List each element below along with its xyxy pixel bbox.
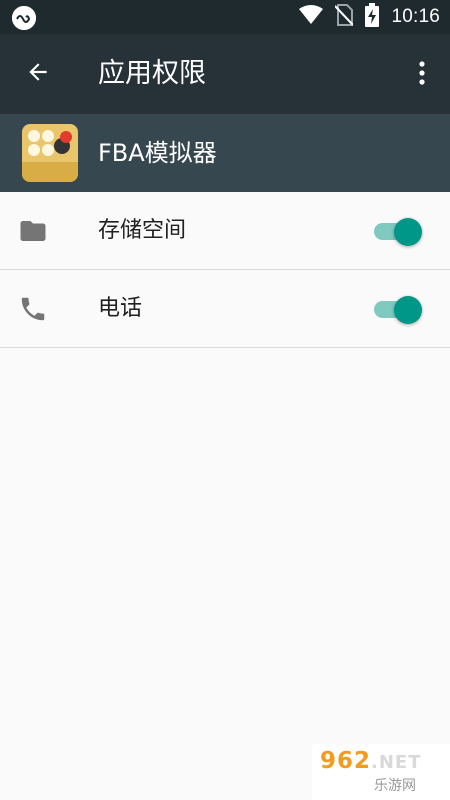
phone-permission-toggle[interactable] bbox=[374, 296, 424, 324]
status-icons: 10:16 bbox=[299, 0, 440, 34]
watermark-tagline: 乐游网 bbox=[374, 778, 416, 794]
watermark-brand-tld: .NET bbox=[371, 752, 422, 773]
app-info-header: FBA模拟器 bbox=[0, 114, 450, 192]
permission-list: 存储空间 电话 bbox=[0, 192, 450, 348]
battery-charging-icon bbox=[365, 3, 380, 31]
wifi-icon bbox=[299, 5, 324, 29]
more-options-button[interactable] bbox=[410, 58, 434, 92]
permission-item-phone[interactable]: 电话 bbox=[0, 270, 450, 348]
toggle-thumb bbox=[394, 296, 422, 324]
permission-label: 电话 bbox=[98, 296, 143, 321]
arrow-back-icon bbox=[25, 59, 51, 89]
app-icon bbox=[22, 124, 78, 182]
permission-item-storage[interactable]: 存储空间 bbox=[0, 192, 450, 270]
watermark-brand: 962.NET bbox=[320, 748, 422, 774]
page-title: 应用权限 bbox=[98, 58, 206, 89]
status-time: 10:16 bbox=[391, 6, 440, 27]
site-watermark: 962.NET 乐游网 bbox=[312, 744, 450, 800]
phone-icon bbox=[18, 294, 48, 324]
app-bar: 应用权限 bbox=[0, 34, 450, 114]
storage-permission-toggle[interactable] bbox=[374, 218, 424, 246]
permission-label: 存储空间 bbox=[98, 218, 187, 243]
toggle-thumb bbox=[394, 218, 422, 246]
app-name: FBA模拟器 bbox=[98, 139, 217, 167]
no-sim-icon bbox=[334, 4, 355, 30]
back-button[interactable] bbox=[18, 56, 58, 92]
watermark-brand-number: 962 bbox=[320, 748, 372, 774]
app-notification-icon bbox=[12, 6, 36, 30]
folder-icon bbox=[18, 216, 48, 246]
status-bar: 10:16 bbox=[0, 0, 450, 34]
more-vert-icon bbox=[418, 60, 426, 90]
